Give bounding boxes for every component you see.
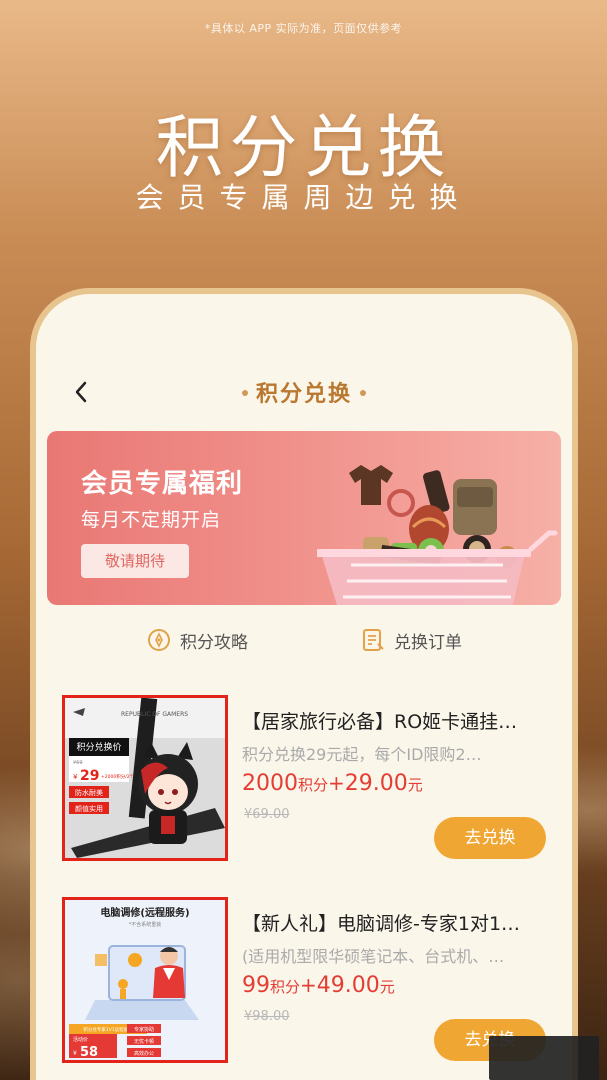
badge-note: +2000积分/2个 <box>101 773 135 780</box>
product-title[interactable]: 【居家旅行必备】RO姬卡通挂… <box>242 707 542 734</box>
badge-price: 29 <box>80 768 99 784</box>
corner-overlay <box>489 1036 599 1080</box>
points-value: 2000 <box>242 771 298 796</box>
product-card[interactable]: REPUBLIC OF GAMERS 积分兑换价 ¥69 ¥ 29 +2000积… <box>36 695 572 875</box>
product-price: 2000积分+29.00元 <box>242 771 423 796</box>
badge-price: 58 <box>80 1045 98 1060</box>
points-unit: 积分 <box>270 978 301 996</box>
points-unit: 积分 <box>298 776 329 794</box>
plus-sign: + <box>328 771 345 795</box>
badge-old-price: ¥69 <box>73 760 83 766</box>
phone-frame: 积分兑换 会员专属福利 每月不定期开启 敬请期待 积分攻略 兑换订单 REPUB… <box>30 288 578 1080</box>
badge-tag-3: 高效办公 <box>134 1050 154 1057</box>
hero-subtitle: 会员专属周边兑换 <box>135 181 472 214</box>
points-strategy-link[interactable]: 积分攻略 <box>146 620 248 660</box>
rog-keychain-image: REPUBLIC OF GAMERS 积分兑换价 ¥69 ¥ 29 +2000积… <box>65 698 225 858</box>
exchange-orders-label: 兑换订单 <box>394 632 462 653</box>
badge-title: 积分兑换价 <box>76 741 121 753</box>
points-strategy-label: 积分攻略 <box>180 632 248 653</box>
badge-tag-1: 防水耐美 <box>75 788 103 797</box>
cash-value: 49.00 <box>316 973 380 998</box>
badge-tag-2: 无忧卡顿 <box>134 1038 154 1045</box>
strategy-icon <box>148 629 170 651</box>
banner-title: 会员专属福利 <box>81 469 244 499</box>
thumb-note: *不含系统重装 <box>129 921 162 928</box>
badge-price-currency: ¥ <box>73 1050 77 1057</box>
shortcut-row: 积分攻略 兑换订单 <box>36 620 572 660</box>
cash-unit: 元 <box>407 776 423 794</box>
badge-title: 积分兑专家1V1远程服务 <box>83 1026 133 1033</box>
page-title-wrap: 积分兑换 <box>36 376 572 408</box>
banner-subtitle: 每月不定期开启 <box>81 509 222 531</box>
product-description: 积分兑换29元起，每个ID限购2… <box>242 745 482 764</box>
original-price: ¥98.00 <box>244 1009 290 1024</box>
top-bar: 积分兑换 <box>36 372 572 412</box>
badge-tag-2: 颜值实用 <box>75 804 103 813</box>
badge-tag-1: 专家协助 <box>134 1026 154 1033</box>
badge-label: 活动价 <box>73 1036 88 1043</box>
shopping-cart-illustration <box>317 465 558 605</box>
disclaimer-text: *具体以 APP 实际为准，页面仅供参考 <box>204 22 403 35</box>
cash-unit: 元 <box>379 978 395 996</box>
product-thumbnail[interactable]: REPUBLIC OF GAMERS 积分兑换价 ¥69 ¥ 29 +2000积… <box>62 695 228 861</box>
title-dot-left <box>241 390 248 396</box>
cash-value: 29.00 <box>344 771 408 796</box>
product-description: (适用机型限华硕笔记本、台式机、… <box>242 947 505 966</box>
thumb-heading: 电脑调修(远程服务) <box>100 906 189 919</box>
order-list-icon <box>363 629 384 651</box>
points-value: 99 <box>242 973 270 998</box>
badge-price-currency: ¥ <box>73 773 78 781</box>
phone-screen: 积分兑换 会员专属福利 每月不定期开启 敬请期待 积分攻略 兑换订单 REPUB… <box>36 294 572 1080</box>
coming-soon-button[interactable]: 敬请期待 <box>81 544 189 578</box>
title-dot-right <box>360 390 366 396</box>
page-title: 积分兑换 <box>255 382 352 407</box>
original-price: ¥69.00 <box>244 807 290 822</box>
product-thumbnail[interactable]: 电脑调修(远程服务) *不含系统重装 积分兑专家1V1远程服务 活动价 ¥ 58… <box>62 897 228 1063</box>
product-title[interactable]: 【新人礼】电脑调修-专家1对1… <box>242 909 542 936</box>
exchange-orders-link[interactable]: 兑换订单 <box>360 620 462 660</box>
promo-banner[interactable]: 会员专属福利 每月不定期开启 敬请期待 <box>47 431 561 605</box>
tshirt-icon <box>349 465 393 505</box>
pc-repair-image: 电脑调修(远程服务) *不含系统重装 积分兑专家1V1远程服务 活动价 ¥ 58… <box>65 900 225 1060</box>
rog-logo-text: REPUBLIC OF GAMERS <box>121 711 188 718</box>
redeem-button[interactable]: 去兑换 <box>434 817 546 859</box>
plus-sign: + <box>300 973 317 997</box>
product-price: 99积分+49.00元 <box>242 973 395 998</box>
